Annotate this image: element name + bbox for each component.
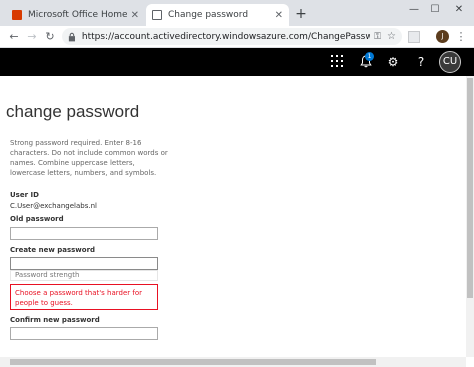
tab-title: Microsoft Office Home [28,10,127,20]
vertical-scrollbar[interactable] [466,76,474,357]
page-title: change password [6,102,140,121]
app-header: 1 ⚙ ? [0,48,474,76]
old-password-label: Old password [10,215,64,223]
profile-avatar[interactable]: J [436,30,449,43]
star-icon[interactable]: ☆ [387,31,396,42]
old-password-field[interactable] [10,227,158,240]
extension-icon[interactable] [408,31,420,43]
tab-office-home[interactable]: Microsoft Office Home ✕ [6,4,145,26]
help-icon[interactable]: ? [414,55,428,69]
document-icon [152,10,162,20]
address-bar[interactable]: https://account.activedirectory.windowsa… [62,28,402,45]
tab-strip: Microsoft Office Home ✕ Change password … [0,0,474,26]
new-password-label: Create new password [10,246,96,254]
confirm-password-field[interactable] [10,327,158,340]
password-error-message: Choose a password that's harder for peop… [10,284,158,310]
minimize-icon[interactable]: — [404,3,424,17]
tab-title: Change password [168,10,249,20]
close-icon[interactable]: ✕ [275,10,283,21]
vertical-scroll-thumb[interactable] [467,78,473,298]
user-id-value: C.User@exchangelabs.nl [10,202,97,210]
lock-icon [68,32,75,41]
gear-icon[interactable]: ⚙ [386,55,400,69]
key-icon[interactable]: ⚿ [374,32,381,42]
back-arrow-icon[interactable]: ← [6,29,22,45]
new-tab-button[interactable]: + [293,6,309,22]
notification-badge: 1 [365,52,374,61]
close-icon[interactable]: ✕ [131,10,139,21]
browser-menu-icon[interactable]: ⋮ [455,29,467,45]
reload-icon[interactable]: ↻ [42,29,58,45]
user-avatar[interactable]: CU [439,51,461,73]
forward-arrow-icon[interactable]: → [24,29,40,45]
url-text: https://account.activedirectory.windowsa… [81,31,371,42]
app-launcher-icon[interactable] [331,55,343,67]
tab-change-password[interactable]: Change password ✕ [146,4,289,26]
horizontal-scroll-thumb[interactable] [10,359,376,365]
password-requirements: Strong password required. Enter 8-16 cha… [10,139,168,177]
confirm-password-label: Confirm new password [10,316,100,324]
office-icon [12,10,22,20]
close-window-icon[interactable]: ✕ [449,3,469,17]
new-password-field[interactable] [10,257,158,270]
horizontal-scrollbar[interactable] [0,357,466,367]
user-id-label: User ID [10,191,39,199]
maximize-icon[interactable]: ☐ [425,3,445,17]
browser-toolbar: ← → ↻ https://account.activedirectory.wi… [0,26,474,48]
password-strength-meter: Password strength [10,270,158,281]
